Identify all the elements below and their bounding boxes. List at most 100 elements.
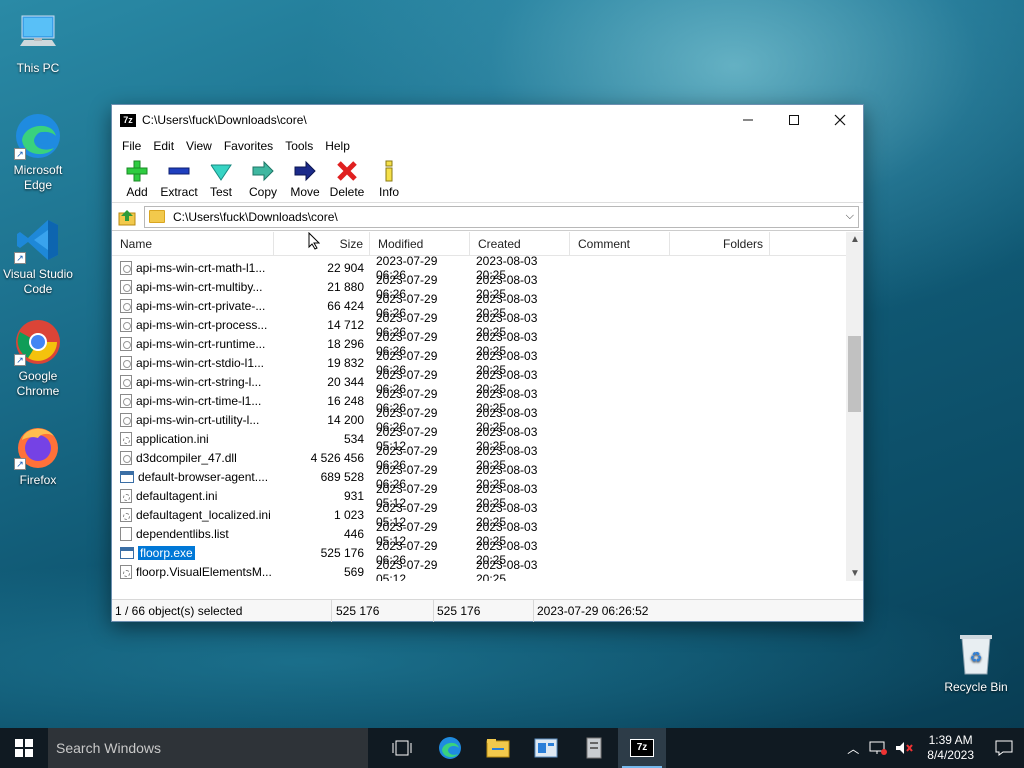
firefox-icon: ↗ (14, 422, 62, 470)
minimize-button[interactable] (725, 105, 771, 135)
dll-file-icon (120, 336, 132, 351)
desktop-icon-this-pc[interactable]: This PC (0, 10, 76, 76)
menu-help[interactable]: Help (319, 139, 356, 153)
info-label: Info (378, 185, 399, 199)
file-explorer-icon (486, 739, 510, 758)
address-input[interactable]: C:\Users\fuck\Downloads\core\ ⌵ (144, 205, 859, 228)
clock[interactable]: 1:39 AM 8/4/2023 (917, 733, 984, 763)
shortcut-arrow-icon: ↗ (14, 354, 26, 366)
desktop-icon-label: Firefox (19, 473, 57, 487)
up-folder-button[interactable] (116, 206, 138, 228)
file-size: 4 526 456 (310, 450, 364, 465)
menu-view[interactable]: View (180, 139, 218, 153)
shortcut-arrow-icon: ↗ (14, 252, 26, 264)
table-row[interactable]: floorp.VisualElementsM... 569 2023-07-29 0… (112, 558, 846, 581)
title-bar[interactable]: 7z C:\Users\fuck\Downloads\core\ (112, 105, 863, 135)
taskbar-search[interactable]: Search Windows (48, 728, 368, 768)
notification-button[interactable] (984, 728, 1024, 768)
file-size: 21 880 (327, 279, 364, 294)
file-list: Name Size Modified Created Comment Folde… (112, 232, 863, 581)
desktop-icon-edge[interactable]: ↗ Microsoft Edge (0, 112, 76, 193)
close-icon (834, 114, 846, 126)
desktop-icon-vscode[interactable]: ↗ Visual Studio Code (0, 216, 76, 297)
file-size: 18 296 (327, 336, 364, 351)
network-icon[interactable] (869, 741, 888, 755)
menu-favorites[interactable]: Favorites (218, 139, 279, 153)
dll-file-icon (120, 317, 132, 332)
settings-file-icon (120, 431, 132, 446)
add-button[interactable]: Add (116, 157, 158, 199)
dll-file-icon (120, 355, 132, 370)
extract-button[interactable]: Extract (158, 157, 200, 199)
column-modified[interactable]: Modified (370, 232, 470, 256)
close-button[interactable] (817, 105, 863, 135)
menu-tools[interactable]: Tools (279, 139, 319, 153)
file-name: application.ini (136, 431, 209, 446)
file-name: api-ms-win-crt-time-l1... (136, 393, 262, 408)
vertical-scroll-thumb[interactable] (848, 336, 861, 412)
taskbar-control-panel[interactable] (522, 728, 570, 768)
menu-file[interactable]: File (116, 139, 147, 153)
info-button[interactable]: Info (368, 157, 410, 199)
menu-edit[interactable]: Edit (147, 139, 180, 153)
volume-muted-icon[interactable] (895, 741, 914, 755)
add-label: Add (126, 185, 148, 199)
dll-file-icon (120, 260, 132, 275)
start-button[interactable] (0, 728, 48, 768)
maximize-button[interactable] (771, 105, 817, 135)
edge-icon (439, 737, 461, 759)
settings-file-icon (120, 564, 132, 579)
column-size[interactable]: Size (274, 232, 370, 256)
copy-button[interactable]: Copy (242, 157, 284, 199)
exe-file-icon (120, 470, 134, 483)
file-name: floorp.exe (138, 545, 195, 560)
file-name: api-ms-win-crt-string-l... (136, 374, 262, 389)
vertical-scrollbar[interactable]: ▲ ▼ (846, 232, 863, 581)
status-bar: 1 / 66 object(s) selected 525 176 525 17… (112, 599, 863, 622)
move-button[interactable]: Move (284, 157, 326, 199)
minimize-icon (743, 119, 753, 121)
scroll-up-icon[interactable]: ▲ (850, 234, 860, 245)
archive-tool-icon (586, 737, 602, 759)
taskbar-7zip[interactable]: 7z (618, 728, 666, 768)
status-datetime: 2023-07-29 06:26:52 (537, 603, 649, 618)
scroll-down-icon[interactable]: ▼ (850, 568, 860, 579)
desktop-icon-firefox[interactable]: ↗ Firefox (0, 422, 76, 488)
test-button[interactable]: Test (200, 157, 242, 199)
file-manager-window[interactable]: 7z C:\Users\fuck\Downloads\core\ File Ed… (111, 104, 864, 622)
file-name: dependentlibs.list (136, 526, 229, 541)
taskbar-edge[interactable] (426, 728, 474, 768)
column-headers: Name Size Modified Created Comment Folde… (112, 232, 846, 256)
info-icon (385, 160, 393, 182)
desktop-icon-recycle-bin[interactable]: ♻ Recycle Bin (938, 632, 1014, 694)
file-size: 1 023 (333, 507, 364, 522)
shortcut-arrow-icon: ↗ (14, 148, 26, 160)
chrome-icon: ↗ (14, 318, 62, 366)
chevron-down-icon[interactable]: ⌵ (846, 210, 854, 223)
column-comment[interactable]: Comment (570, 232, 670, 256)
column-folders[interactable]: Folders (670, 232, 770, 256)
file-size: 14 200 (327, 412, 364, 427)
move-label: Move (290, 185, 320, 199)
file-name: d3dcompiler_47.dll (136, 450, 237, 465)
desktop-icon-chrome[interactable]: ↗ Google Chrome (0, 318, 76, 399)
address-path: C:\Users\fuck\Downloads\core\ (173, 209, 338, 224)
notification-icon (995, 740, 1013, 756)
delete-label: Delete (329, 185, 365, 199)
dll-file-icon (120, 374, 132, 389)
plus-icon (126, 160, 148, 182)
chevron-up-icon[interactable]: ︿ (841, 740, 865, 757)
column-created[interactable]: Created (470, 232, 570, 256)
file-size: 446 (343, 526, 364, 541)
desktop-icon-label: This PC (16, 61, 60, 75)
taskbar-archive-tool[interactable] (570, 728, 618, 768)
copy-label: Copy (248, 185, 277, 199)
file-size: 66 424 (327, 298, 364, 313)
delete-button[interactable]: Delete (326, 157, 368, 199)
status-selection: 1 / 66 object(s) selected (112, 599, 332, 622)
taskbar-file-explorer[interactable] (474, 728, 522, 768)
extract-label: Extract (160, 185, 198, 199)
task-view-button[interactable] (378, 728, 426, 768)
dll-file-icon (120, 450, 132, 465)
column-name[interactable]: Name (112, 232, 274, 256)
